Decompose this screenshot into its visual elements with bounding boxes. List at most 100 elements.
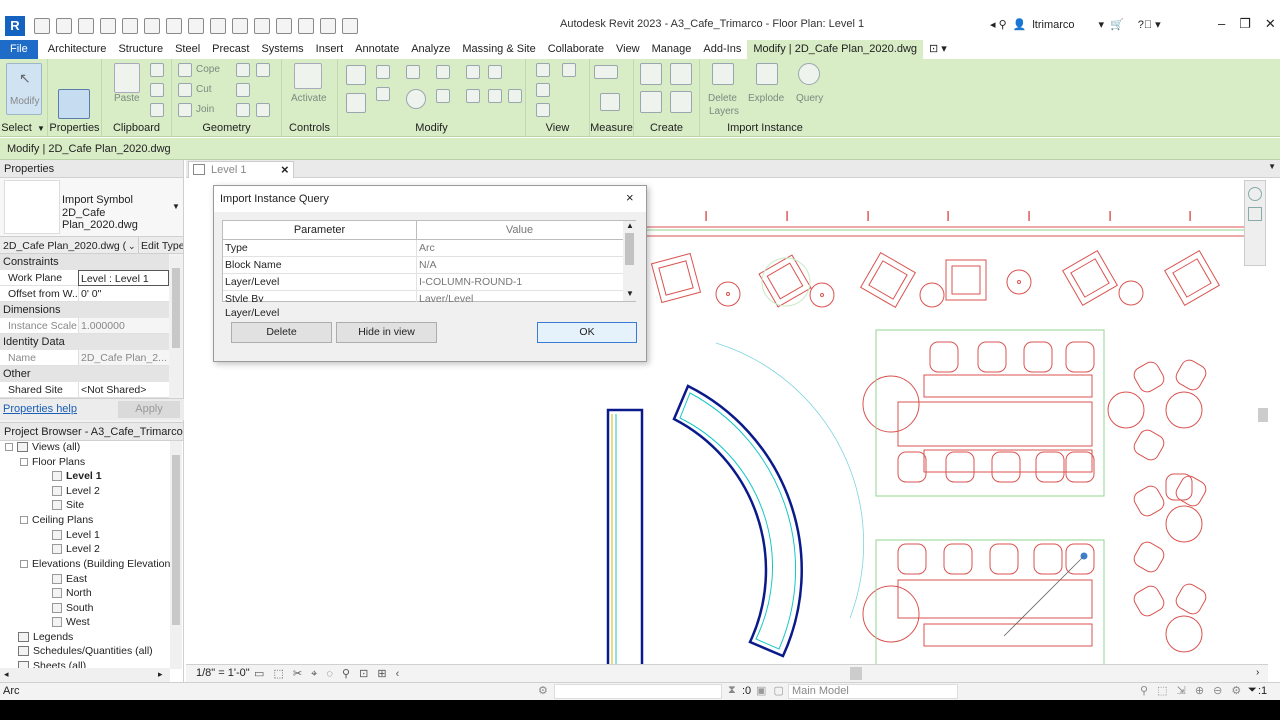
wall-joins-icon[interactable] [236, 63, 250, 77]
measure-distance-icon[interactable] [594, 65, 618, 79]
create-parts-icon[interactable] [670, 63, 692, 85]
join-label[interactable]: Join [196, 104, 214, 115]
browser-hscrollbar[interactable]: ◂ ▸ [0, 668, 170, 682]
aligned-dimension-icon[interactable] [600, 93, 620, 111]
copy-element-icon[interactable] [376, 87, 390, 101]
split-face-icon[interactable] [256, 63, 270, 77]
demolish-icon[interactable] [236, 103, 250, 117]
apply-button[interactable]: Apply [118, 401, 180, 418]
delete-button[interactable]: Delete [231, 322, 332, 343]
mirror-draw-icon[interactable] [436, 65, 450, 79]
arrow-left-icon[interactable]: ◂ [4, 669, 9, 680]
zoom-icon[interactable] [1248, 207, 1262, 221]
tab-modify-dwg[interactable]: Modify | 2D_Cafe Plan_2020.dwg [747, 40, 924, 59]
tree-elevations[interactable]: Elevations (Building Elevation) [20, 558, 174, 570]
canvas-hscroll-thumb[interactable] [850, 667, 862, 680]
create-similar-icon[interactable] [670, 91, 692, 113]
query-label[interactable]: Query [796, 93, 823, 104]
paste-icon[interactable] [114, 63, 140, 93]
tree-legends[interactable]: Legends [18, 631, 73, 643]
arrow-right-icon[interactable]: › [1256, 667, 1259, 678]
table-row[interactable]: Block Name N/A [223, 257, 623, 274]
user-name[interactable]: ltrimarco [1032, 19, 1074, 31]
tab-annotate[interactable]: Annotate [349, 40, 405, 59]
tab-architecture[interactable]: Architecture [42, 40, 113, 59]
cart-icon[interactable]: 🛒 [1110, 18, 1124, 31]
restore-icon[interactable]: ❐ [1239, 16, 1251, 32]
chevron-down-icon[interactable]: ▾ [1099, 18, 1105, 31]
view-control-icons[interactable]: ▭ ⬚ ✂ ⌖ ◌ ⚲ ⊡ ⊞ ‹ [254, 667, 402, 681]
offset-icon[interactable] [376, 65, 390, 79]
chevron-down-icon[interactable]: ▼ [37, 124, 45, 133]
search-icon[interactable]: ◂ ⚲ [990, 18, 1007, 31]
activate-icon[interactable] [294, 63, 322, 89]
temporary-hide-icon[interactable] [536, 83, 550, 97]
editable-only-icon[interactable]: ⧗ [728, 684, 736, 697]
tree-south[interactable]: South [52, 602, 93, 614]
delete-icon[interactable] [508, 89, 522, 103]
close-icon[interactable]: × [626, 190, 634, 205]
tree-west[interactable]: West [52, 616, 90, 628]
collapse-icon[interactable] [20, 560, 28, 569]
table-row[interactable]: Style By Layer/Level [223, 291, 623, 302]
query-icon[interactable] [798, 63, 820, 85]
collapse-icon[interactable] [20, 458, 28, 467]
section-dimensions[interactable]: Dimensions [0, 302, 169, 318]
tab-insert[interactable]: Insert [310, 40, 350, 59]
ok-button[interactable]: OK [537, 322, 637, 343]
instance-filter[interactable]: 2D_Cafe Plan_2020.dwg ( [0, 237, 128, 253]
rotate-icon[interactable] [406, 89, 426, 109]
tag-icon[interactable] [232, 18, 248, 34]
redo-icon[interactable] [144, 18, 160, 34]
revit-logo[interactable]: R [5, 16, 25, 36]
tab-precast[interactable]: Precast [206, 40, 255, 59]
arrow-up-icon[interactable]: ▲ [626, 221, 634, 230]
remove-paint-icon[interactable] [256, 103, 270, 117]
browser-scrollbar[interactable] [170, 441, 182, 669]
modify-button[interactable]: ↖ Modify [6, 63, 42, 115]
type-selector[interactable]: Import Symbol 2D_Cafe Plan_2020.dwg ▼ [0, 178, 183, 236]
arrow-down-icon[interactable]: ▼ [626, 289, 634, 298]
delete-layers-label-1[interactable]: Delete [708, 93, 737, 104]
mirror-pick-icon[interactable] [406, 65, 420, 79]
cut-geometry-label[interactable]: Cut [196, 84, 212, 95]
tab-collaborate[interactable]: Collaborate [542, 40, 610, 59]
collapse-icon[interactable] [5, 443, 13, 452]
shared-site-field[interactable]: <Not Shared> [78, 382, 169, 398]
measure-icon[interactable] [188, 18, 204, 34]
tab-view[interactable]: View [610, 40, 646, 59]
section-identity[interactable]: Identity Data [0, 334, 169, 350]
scale-icon[interactable] [488, 65, 502, 79]
tree-views[interactable]: Views (all) [5, 441, 80, 453]
hide-element-icon[interactable] [536, 63, 550, 77]
tab-steel[interactable]: Steel [169, 40, 206, 59]
explode-label[interactable]: Explode [748, 93, 784, 104]
tree-cp-level-1[interactable]: Level 1 [52, 529, 100, 541]
switch-windows-icon[interactable] [342, 18, 358, 34]
cut-icon[interactable] [150, 63, 164, 77]
properties-help-link[interactable]: Properties help [3, 403, 77, 415]
table-row[interactable]: Layer/Level I-COLUMN-ROUND-1 [223, 274, 623, 291]
move-icon[interactable] [346, 93, 366, 113]
close-icon[interactable]: × [281, 162, 289, 177]
home-icon[interactable] [34, 18, 50, 34]
tree-floor-plans[interactable]: Floor Plans [20, 456, 85, 468]
minimize-icon[interactable]: – [1218, 16, 1225, 32]
design-option-dropdown[interactable]: Main Model [788, 684, 958, 699]
filter-icon[interactable]: ⏷ [1248, 684, 1257, 697]
split-icon[interactable] [466, 65, 480, 79]
selection-options-icons[interactable]: ⚲ ⬚ ⇲ ⊕ ⊖ ⚙ [1140, 684, 1244, 697]
design-options-icons[interactable]: ▣ ▢ [756, 684, 786, 697]
edit-type-button[interactable]: Edit Type [138, 237, 183, 253]
tree-fp-level-2[interactable]: Level 2 [52, 485, 100, 497]
cut-geometry-icon[interactable] [178, 83, 192, 97]
table-row[interactable]: Type Arc [223, 240, 623, 257]
tab-systems[interactable]: Systems [255, 40, 309, 59]
tab-file[interactable]: File [0, 40, 38, 59]
activate-label[interactable]: Activate [291, 93, 327, 104]
join-icon[interactable] [178, 103, 192, 117]
steering-wheel-icon[interactable] [1248, 187, 1262, 201]
tab-structure[interactable]: Structure [112, 40, 169, 59]
work-plane-field[interactable]: Level : Level 1 [78, 270, 169, 286]
chevron-down-icon[interactable]: ▼ [1268, 162, 1276, 171]
